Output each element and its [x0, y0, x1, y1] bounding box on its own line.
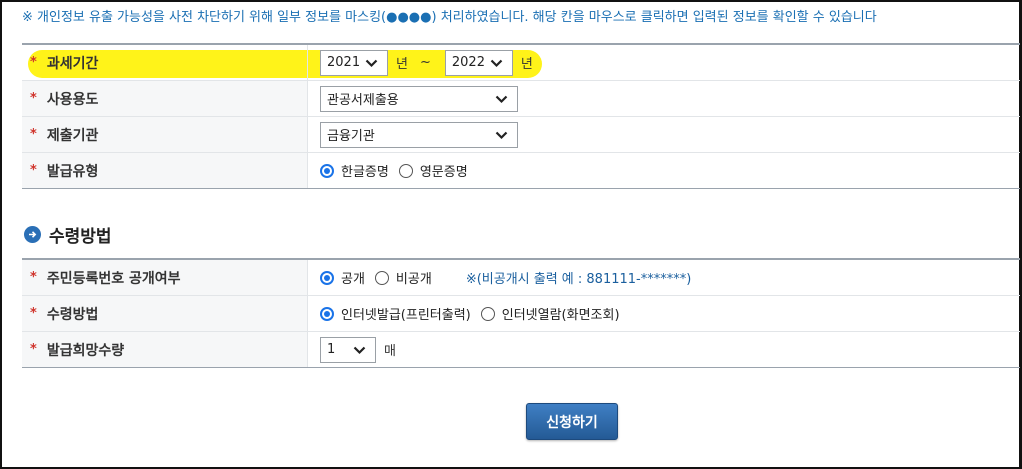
receive-section-title: 수령방법 — [24, 222, 112, 247]
issue-type-label: 발급유형 — [46, 163, 99, 180]
purpose-cell: 관공서제출용 — [308, 81, 1020, 116]
radio-checked-icon — [320, 306, 334, 321]
radio-internet-print[interactable]: 인터넷발급(프린터출력) — [320, 304, 471, 323]
required-mark: * — [30, 306, 37, 321]
radio-disclose[interactable]: 공개 — [320, 268, 365, 287]
receive-method-cell: 인터넷발급(프린터출력) 인터넷열람(화면조회) — [308, 296, 1020, 331]
row-tax-period: * 과세기간 2021 년 ~ 2022 년 — [22, 45, 1020, 81]
quantity-cell: 1 매 — [308, 332, 1020, 367]
masking-notice: ※ 개인정보 유출 가능성을 사전 차단하기 위해 일부 정보를 마스킹(●●●… — [22, 10, 877, 25]
required-mark: * — [30, 91, 37, 106]
quantity-value: 1 — [327, 342, 336, 357]
purpose-value: 관공서제출용 — [327, 93, 399, 108]
chevron-down-icon — [365, 56, 378, 70]
apply-button[interactable]: 신청하기 — [526, 403, 618, 440]
from-year-select[interactable]: 2021 — [320, 49, 388, 76]
range-tilde: ~ — [419, 55, 431, 70]
id-disclosure-cell: 공개 비공개 ※(비공개시 출력 예 : 881111-*******) — [308, 260, 1020, 295]
radio-label: 비공개 — [395, 272, 432, 287]
row-submit-to: * 제출기관 금융기관 — [22, 117, 1020, 153]
radio-internet-view[interactable]: 인터넷열람(화면조회) — [480, 304, 620, 323]
radio-checked-icon — [320, 163, 334, 178]
tax-period-label: 과세기간 — [46, 55, 99, 72]
chevron-down-icon — [353, 343, 366, 357]
radio-checked-icon — [320, 270, 334, 285]
submit-to-value: 금융기관 — [327, 129, 375, 144]
radio-label: 한글증명 — [341, 165, 389, 180]
row-id-disclosure: * 주민등록번호 공개여부 공개 비공개 ※(비공개시 출력 예 : 88111… — [22, 260, 1020, 296]
year-unit: 년 — [520, 57, 533, 72]
receive-form-table: * 주민등록번호 공개여부 공개 비공개 ※(비공개시 출력 예 : 88111… — [22, 258, 1020, 368]
masking-example-hint: ※(비공개시 출력 예 : 881111-*******) — [465, 272, 692, 287]
arrow-right-circle-icon — [24, 226, 41, 243]
radio-label: 인터넷열람(화면조회) — [501, 308, 620, 323]
submit-to-label-cell: * 제출기관 — [22, 117, 308, 152]
receive-method-label: 수령방법 — [46, 306, 99, 323]
submit-to-cell: 금융기관 — [308, 117, 1020, 152]
submit-to-select[interactable]: 금융기관 — [320, 121, 518, 148]
chevron-down-icon — [490, 56, 503, 70]
to-year-select[interactable]: 2022 — [444, 49, 513, 76]
radio-unchecked-icon — [398, 163, 413, 178]
required-mark: * — [30, 55, 37, 70]
radio-korean-cert[interactable]: 한글증명 — [320, 161, 389, 180]
required-mark: * — [30, 342, 37, 357]
radio-label: 인터넷발급(프린터출력) — [341, 308, 471, 323]
radio-nondisclose[interactable]: 비공개 — [374, 268, 432, 287]
row-receive-method: * 수령방법 인터넷발급(프린터출력) 인터넷열람(화면조회) — [22, 296, 1020, 332]
purpose-label: 사용용도 — [46, 91, 99, 108]
submit-to-label: 제출기관 — [46, 127, 99, 144]
application-form-table: * 과세기간 2021 년 ~ 2022 년 * 사용용도 관공서제출용 * 제… — [22, 43, 1020, 189]
required-mark: * — [30, 270, 37, 285]
tax-period-label-cell: * 과세기간 — [22, 45, 308, 80]
quantity-unit: 매 — [384, 344, 396, 359]
from-year-value: 2021 — [327, 55, 361, 70]
radio-english-cert[interactable]: 영문증명 — [398, 161, 468, 180]
chevron-down-icon — [495, 128, 508, 142]
quantity-label: 발급희망수량 — [46, 342, 125, 359]
radio-unchecked-icon — [374, 270, 389, 285]
row-issue-type: * 발급유형 한글증명 영문증명 — [22, 153, 1020, 189]
id-disclosure-label-cell: * 주민등록번호 공개여부 — [22, 260, 308, 295]
quantity-select[interactable]: 1 — [320, 336, 376, 363]
row-quantity: * 발급희망수량 1 매 — [22, 332, 1020, 368]
receive-method-label-cell: * 수령방법 — [22, 296, 308, 331]
required-mark: * — [30, 127, 37, 142]
purpose-label-cell: * 사용용도 — [22, 81, 308, 116]
section-title-text: 수령방법 — [49, 227, 112, 247]
radio-label: 공개 — [341, 272, 365, 287]
required-mark: * — [30, 163, 37, 178]
id-disclosure-label: 주민등록번호 공개여부 — [46, 270, 181, 287]
quantity-label-cell: * 발급희망수량 — [22, 332, 308, 367]
issue-type-label-cell: * 발급유형 — [22, 153, 308, 188]
chevron-down-icon — [495, 92, 508, 106]
purpose-select[interactable]: 관공서제출용 — [320, 85, 518, 112]
radio-label: 영문증명 — [419, 165, 468, 180]
row-purpose: * 사용용도 관공서제출용 — [22, 81, 1020, 117]
tax-period-cell: 2021 년 ~ 2022 년 — [308, 45, 1020, 80]
to-year-value: 2022 — [451, 55, 485, 70]
radio-unchecked-icon — [480, 306, 495, 321]
issue-type-cell: 한글증명 영문증명 — [308, 153, 1020, 188]
year-unit: 년 — [396, 57, 408, 72]
